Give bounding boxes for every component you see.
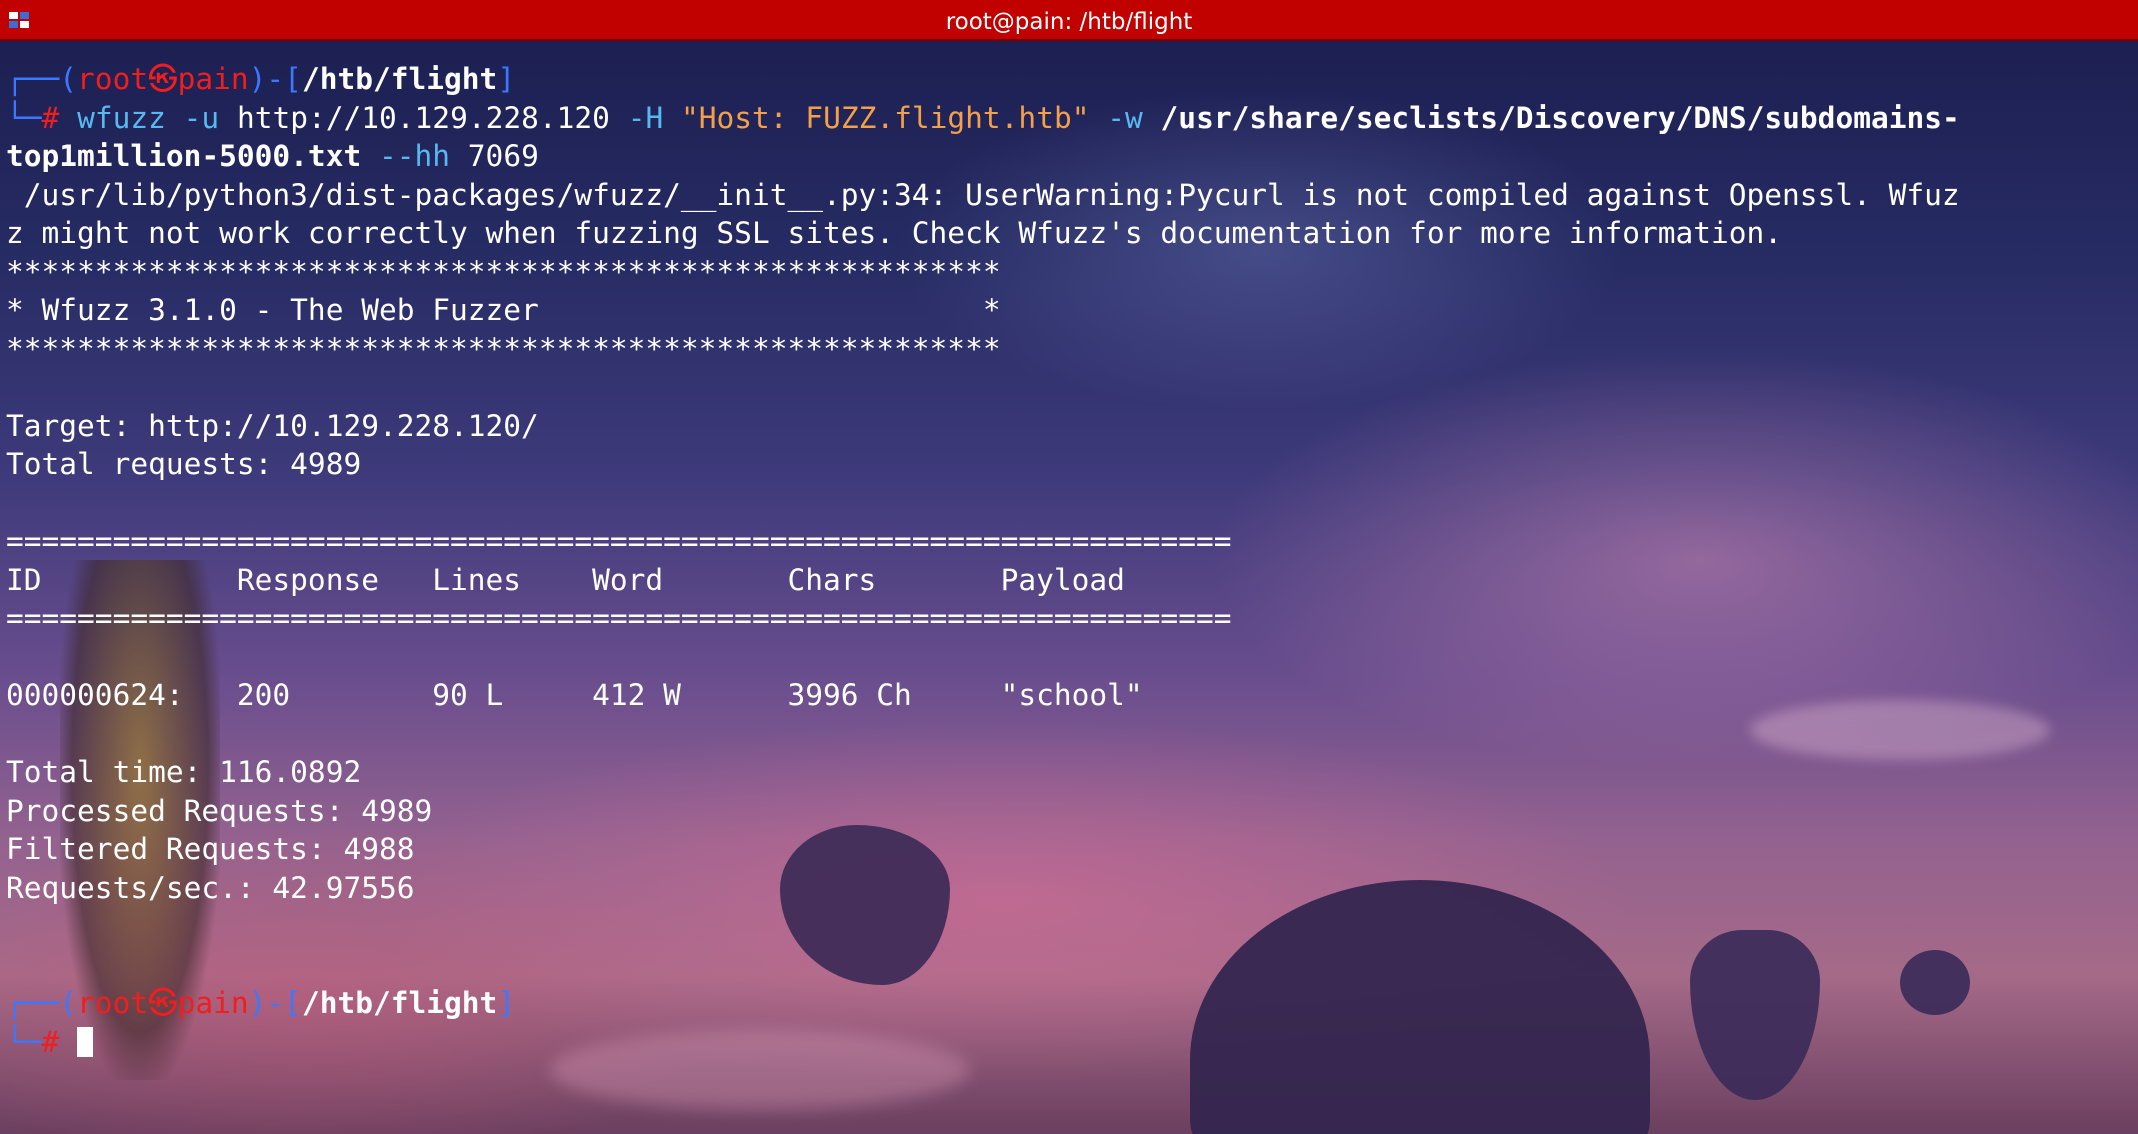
target-line: Target: http://10.129.228.120/ bbox=[6, 408, 539, 443]
table-row: 000000624: 200 90 L 412 W 3996 Ch "schoo… bbox=[6, 678, 1143, 712]
processed-requests-line: Processed Requests: 4989 bbox=[6, 793, 433, 828]
command-line-wrap: top1million-5000.txt --hh 7069 bbox=[6, 139, 539, 173]
table-divider: ========================================… bbox=[6, 601, 1232, 635]
terminal-output[interactable]: ┌──(root㉿pain)-[/htb/flight] └─# wfuzz -… bbox=[6, 60, 2132, 1061]
input-line[interactable]: └─# bbox=[6, 1023, 2132, 1062]
text-cursor[interactable] bbox=[77, 1026, 94, 1057]
terminal-window: root@pain: /htb/flight ┌──(root㉿pain)-[/… bbox=[0, 0, 2138, 1134]
prompt-line-1: ┌──(root㉿pain)-[/htb/flight] bbox=[6, 62, 516, 96]
requests-per-sec-line: Requests/sec.: 42.97556 bbox=[6, 870, 415, 905]
warning-line: /usr/lib/python3/dist-packages/wfuzz/__i… bbox=[6, 177, 1960, 212]
prompt-line-2: ┌──(root㉿pain)-[/htb/flight] bbox=[6, 986, 516, 1020]
banner-border: ****************************************… bbox=[6, 331, 1001, 366]
total-requests-line: Total requests: 4989 bbox=[6, 447, 362, 481]
banner-border: ****************************************… bbox=[6, 254, 1001, 289]
filtered-requests-line: Filtered Requests: 4988 bbox=[6, 832, 415, 866]
command-line: └─# wfuzz -u http://10.129.228.120 -H "H… bbox=[6, 100, 1960, 135]
table-header: ID Response Lines Word Chars Payload bbox=[6, 562, 1125, 597]
banner-title: * Wfuzz 3.1.0 - The Web Fuzzer * bbox=[6, 293, 1001, 327]
table-divider: ========================================… bbox=[6, 524, 1232, 558]
window-title: root@pain: /htb/flight bbox=[945, 9, 1193, 35]
total-time-line: Total time: 116.0892 bbox=[6, 755, 362, 789]
title-bar[interactable]: root@pain: /htb/flight bbox=[0, 0, 2138, 41]
warning-line: z might not work correctly when fuzzing … bbox=[6, 216, 1783, 250]
